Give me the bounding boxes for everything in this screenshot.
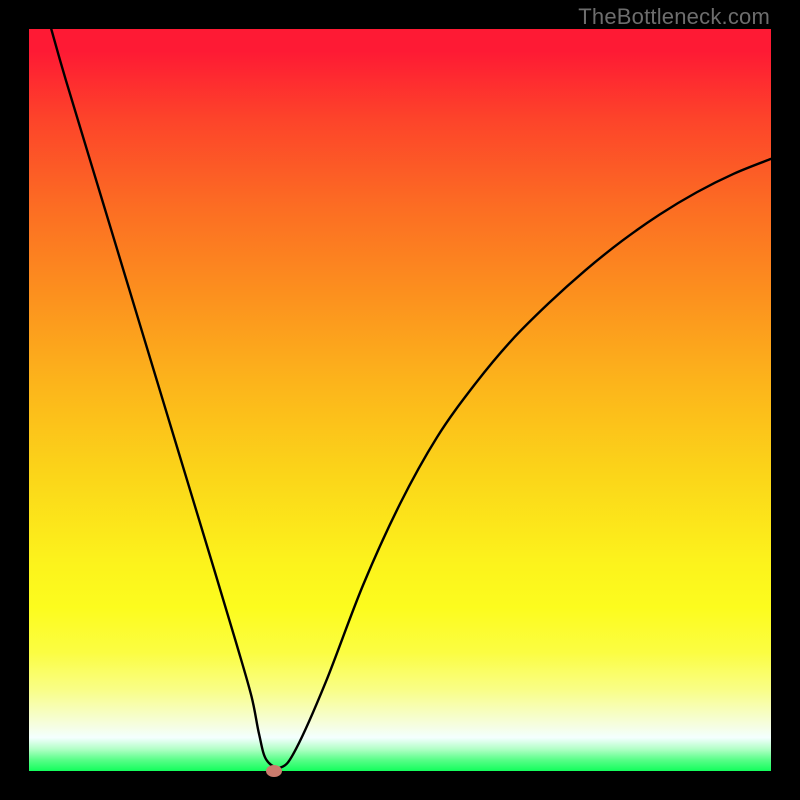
bottleneck-curve — [29, 29, 771, 771]
plot-area — [29, 29, 771, 771]
chart-container: TheBottleneck.com — [0, 0, 800, 800]
min-point-marker — [266, 765, 282, 777]
watermark-text: TheBottleneck.com — [578, 4, 770, 30]
